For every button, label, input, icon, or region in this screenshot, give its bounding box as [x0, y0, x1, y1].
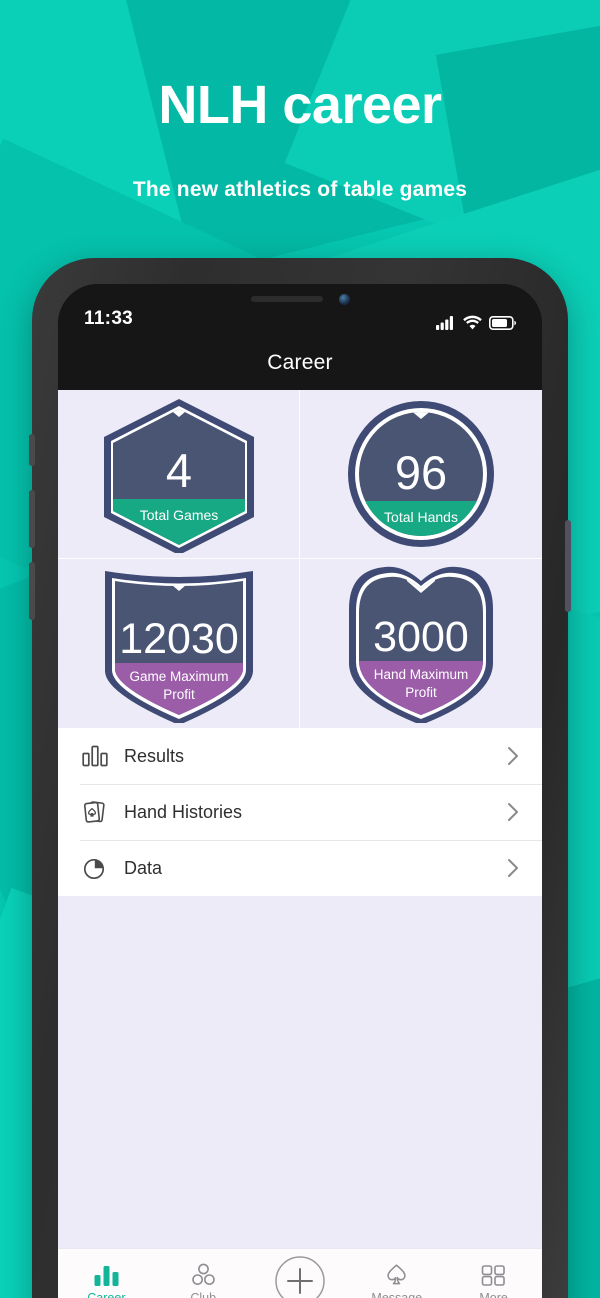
page-subtitle: The new athletics of table games	[132, 178, 468, 201]
tab-label: Club	[190, 1291, 217, 1298]
menu-item-label: Data	[124, 857, 163, 878]
tab-message[interactable]: Message	[348, 1257, 445, 1298]
front-camera-icon	[338, 293, 350, 305]
badge-label-line1: Hand Maximum	[374, 667, 469, 682]
mute-switch[interactable]	[29, 434, 35, 466]
menu-item-label: Hand Histories	[124, 801, 243, 822]
power-button[interactable]	[565, 520, 571, 612]
tab-label: Career	[87, 1291, 126, 1298]
menu-item-label: Results	[124, 745, 185, 766]
badge-total-hands[interactable]: 96 Total Hands	[300, 390, 542, 559]
volume-up-button[interactable]	[29, 490, 35, 548]
earpiece-speaker-icon	[250, 296, 323, 302]
badge-grid: 4 Total Games 96 Total Hands 12030 Game …	[58, 390, 542, 728]
chevron-right-icon	[504, 746, 522, 766]
phone-mockup: 11:33 Career 4 Total Games 96 Total Hand…	[29, 258, 571, 1298]
menu-item-data[interactable]: Data	[58, 840, 542, 896]
promo-header: NLH career The new athletics of table ga…	[0, 0, 600, 202]
badge-value: 96	[395, 446, 447, 499]
bar-chart-icon	[93, 1257, 120, 1287]
badge-value: 3000	[373, 613, 469, 661]
badge-label-line1: Game Maximum	[129, 669, 228, 684]
circle-badge-icon: 96 Total Hands	[348, 401, 494, 547]
tab-label: Message	[371, 1291, 423, 1298]
badge-label-line2: Profit	[163, 687, 195, 702]
badge-label: Total Games	[139, 507, 218, 523]
tab-career[interactable]: Career	[58, 1257, 155, 1298]
status-icons	[436, 315, 516, 330]
badge-value: 4	[165, 444, 191, 497]
spade-icon	[383, 1257, 410, 1287]
playing-cards-icon	[80, 800, 110, 824]
group-circles-icon	[190, 1257, 217, 1287]
pie-chart-icon	[80, 856, 110, 880]
nav-title: Career	[267, 351, 333, 374]
plus-circle-icon	[274, 1256, 326, 1298]
tab-club[interactable]: Club	[155, 1257, 252, 1298]
bar-chart-icon	[80, 745, 110, 767]
rounded-shield-badge-icon: 3000 Hand Maximum Profit	[349, 566, 493, 723]
menu-item-hand-histories[interactable]: Hand Histories	[58, 784, 542, 840]
chevron-right-icon	[504, 858, 522, 878]
menu-list: Results Hand Histories Data	[58, 728, 542, 896]
chevron-right-icon	[504, 802, 522, 822]
badge-value: 12030	[119, 615, 239, 663]
status-time: 11:33	[84, 308, 134, 329]
phone-screen: 11:33 Career 4 Total Games 96 Total Hand…	[58, 284, 542, 1298]
badge-hand-maximum-profit[interactable]: 3000 Hand Maximum Profit	[300, 559, 542, 728]
volume-down-button[interactable]	[29, 562, 35, 620]
battery-icon	[489, 315, 516, 330]
shield-badge-icon: 12030 Game Maximum Profit	[104, 570, 253, 723]
cellular-signal-icon	[436, 316, 453, 330]
page-title: NLH career	[158, 75, 442, 135]
app-content: 4 Total Games 96 Total Hands 12030 Game …	[58, 390, 542, 1298]
tab-more[interactable]: More	[445, 1257, 542, 1298]
badge-total-games[interactable]: 4 Total Games	[58, 390, 300, 559]
menu-item-results[interactable]: Results	[58, 728, 542, 784]
grid-squares-icon	[481, 1257, 506, 1287]
badge-label-line2: Profit	[405, 685, 437, 700]
badge-game-maximum-profit[interactable]: 12030 Game Maximum Profit	[58, 559, 300, 728]
badge-label: Total Hands	[384, 509, 458, 525]
tab-bar: Career Club Message More	[58, 1248, 542, 1298]
tab-add[interactable]	[252, 1256, 349, 1298]
empty-area	[58, 896, 542, 1056]
notch	[196, 284, 404, 314]
tab-label: More	[479, 1291, 508, 1298]
wifi-icon	[463, 315, 482, 330]
nav-bar: Career	[58, 336, 542, 390]
hexagon-badge-icon: 4 Total Games	[103, 399, 254, 553]
